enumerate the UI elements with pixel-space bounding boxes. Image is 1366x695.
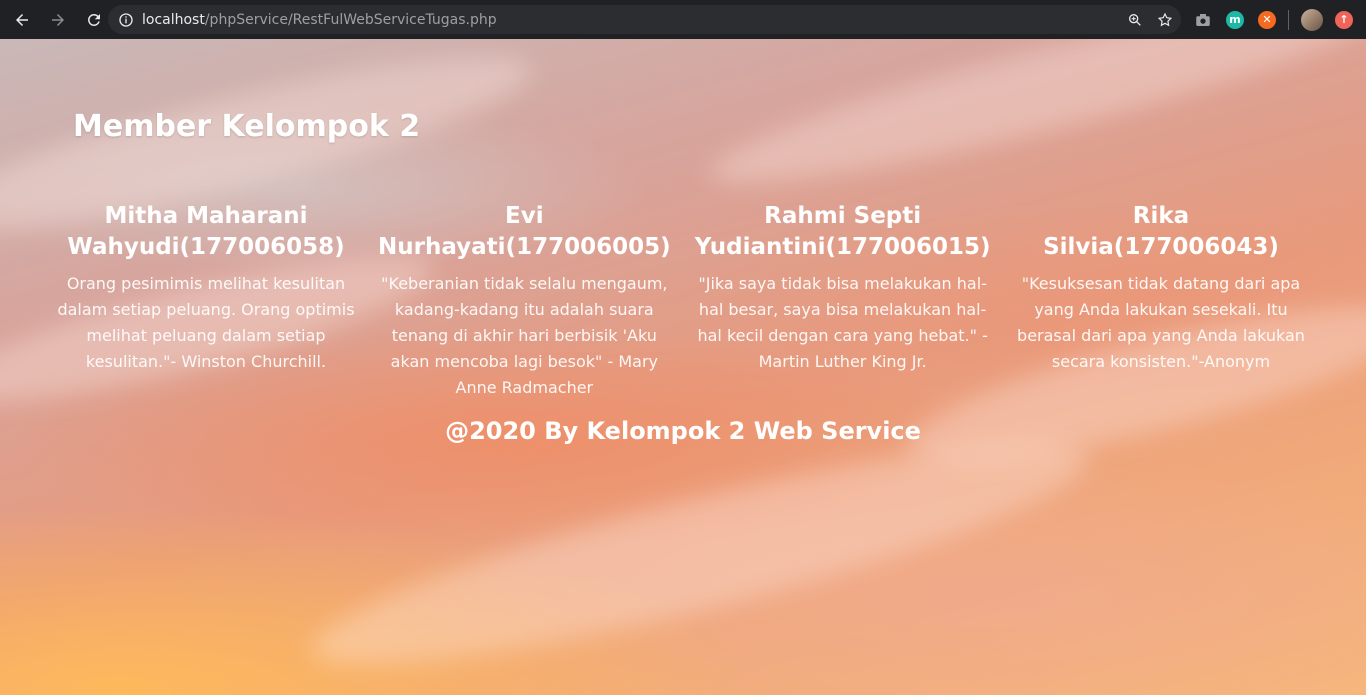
member-card: Mitha Maharani Wahyudi(177006058) Orang …	[56, 201, 356, 401]
info-icon[interactable]	[118, 12, 134, 28]
camera-icon	[1196, 13, 1210, 26]
url-text[interactable]: localhost/phpService/RestFulWebServiceTu…	[142, 12, 497, 28]
bookmark-star-icon[interactable]	[1157, 12, 1173, 28]
page-title: Member Kelompok 2	[73, 109, 421, 144]
m-icon: m	[1226, 10, 1244, 29]
reload-button[interactable]	[78, 4, 110, 36]
url-host: localhost	[142, 11, 205, 28]
member-name: Evi Nurhayati(177006005)	[378, 203, 671, 260]
update-extension-icon[interactable]: ↑	[1335, 0, 1353, 39]
footer-text: @2020 By Kelompok 2 Web Service	[445, 417, 921, 445]
member-name: Rahmi Septi Yudiantini(177006015)	[694, 203, 991, 260]
member-card: Rahmi Septi Yudiantini(177006015) "Jika …	[693, 201, 993, 401]
member-quote: "Kesuksesan tidak datang dari apa yang A…	[1017, 274, 1305, 371]
toolbar-divider	[1288, 0, 1289, 39]
member-quote: Orang pesimimis melihat kesulitan dalam …	[57, 274, 355, 371]
arrow-left-icon	[16, 13, 28, 26]
member-quote: "Keberanian tidak selalu mengaum, kadang…	[381, 274, 668, 397]
member-name: Mitha Maharani Wahyudi(177006058)	[67, 203, 345, 260]
orange-extension-icon[interactable]: ✕	[1258, 0, 1276, 39]
address-bar[interactable]: localhost/phpService/RestFulWebServiceTu…	[108, 5, 1181, 34]
browser-toolbar: localhost/phpService/RestFulWebServiceTu…	[0, 0, 1366, 39]
main-content: Member Kelompok 2 Mitha Maharani Wahyudi…	[0, 39, 1366, 695]
profile-avatar[interactable]	[1301, 0, 1323, 39]
url-path: /phpService/RestFulWebServiceTugas.php	[204, 11, 497, 28]
update-arrow-icon: ↑	[1335, 10, 1353, 29]
member-card: Evi Nurhayati(177006005) "Keberanian tid…	[374, 201, 674, 401]
member-card: Rika Silvia(177006043) "Kesuksesan tidak…	[1011, 201, 1311, 401]
orange-circle-icon: ✕	[1258, 10, 1276, 29]
members-row: Mitha Maharani Wahyudi(177006058) Orang …	[56, 201, 1311, 401]
back-button[interactable]	[6, 4, 38, 36]
arrow-right-icon	[52, 13, 64, 26]
camera-extension-icon[interactable]	[1194, 0, 1212, 39]
member-quote: "Jika saya tidak bisa melakukan hal-hal …	[697, 274, 988, 371]
member-name: Rika Silvia(177006043)	[1043, 203, 1279, 260]
page-background: Member Kelompok 2 Mitha Maharani Wahyudi…	[0, 39, 1366, 695]
m-extension-icon[interactable]: m	[1226, 0, 1244, 39]
reload-icon	[88, 13, 100, 26]
zoom-icon[interactable]	[1127, 12, 1143, 28]
avatar-icon	[1301, 8, 1323, 31]
forward-button[interactable]	[42, 4, 74, 36]
